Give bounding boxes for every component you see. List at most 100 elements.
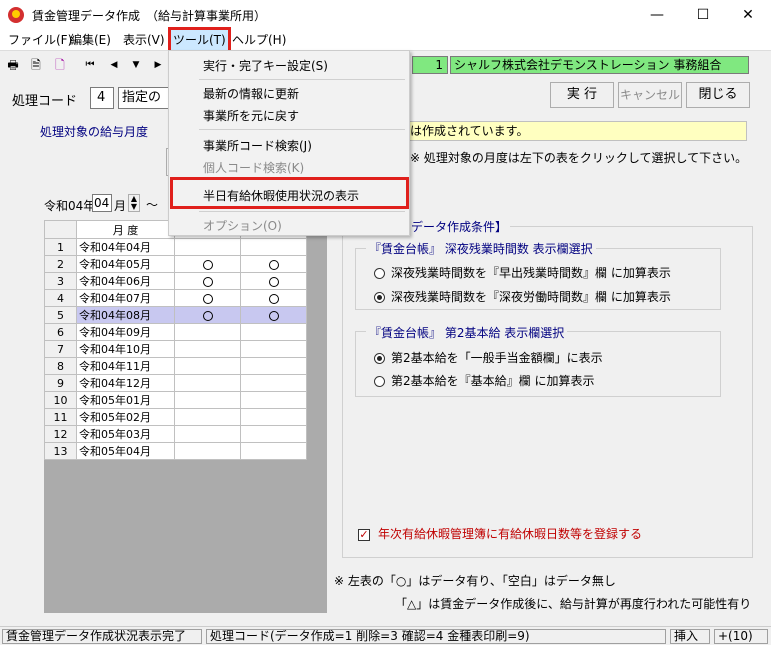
row-data-flag-1[interactable]	[174, 306, 241, 324]
menu-view[interactable]: 表示(V)	[121, 30, 167, 50]
status-message: 賃金管理データ作成状況表示完了	[2, 629, 202, 644]
print-preview-icon[interactable]: 🗎	[28, 57, 44, 73]
row-data-flag-2[interactable]	[240, 408, 307, 426]
row-data-flag-2[interactable]	[240, 323, 307, 341]
row-data-flag-2[interactable]	[240, 374, 307, 392]
row-data-flag-1[interactable]	[174, 408, 241, 426]
row-month[interactable]: 令和04年04月	[76, 238, 175, 256]
late-night-group-title: 『賃金台帳』 深夜残業時間数 表示欄選択	[366, 240, 596, 257]
late-night-option-2[interactable]: 深夜残業時間数を『深夜労働時間数』欄 に加算表示	[374, 288, 671, 305]
row-month[interactable]: 令和04年08月	[76, 306, 175, 324]
row-data-flag-1[interactable]	[174, 391, 241, 409]
status-code-help: 処理コード(データ作成=1 削除=3 確認=4 金種表印刷=9)	[206, 629, 666, 644]
radio-on-icon[interactable]	[374, 353, 385, 364]
process-mode-field[interactable]: 指定の	[118, 87, 170, 109]
leave-register-checkbox[interactable]: ✓ 年次有給休暇管理簿に有給休暇日数等を登録する	[358, 525, 642, 542]
row-data-flag-2[interactable]	[240, 357, 307, 375]
row-month[interactable]: 令和05年03月	[76, 425, 175, 443]
table-row[interactable]: 3 令和04年06月	[44, 272, 307, 290]
document-icon[interactable]: 🗋	[52, 57, 68, 73]
row-month[interactable]: 令和04年12月	[76, 374, 175, 392]
circle-icon	[202, 259, 213, 270]
maximize-button[interactable]: ☐	[680, 0, 726, 30]
menu-item-office-search[interactable]: 事業所コード検索(J)	[203, 137, 312, 154]
row-data-flag-2[interactable]	[240, 272, 307, 290]
row-data-flag-2[interactable]	[240, 306, 307, 324]
grid-header-month: 月 度	[76, 220, 175, 239]
range-month-input[interactable]: 04	[92, 194, 112, 212]
close-window-button[interactable]: ✕	[725, 0, 771, 30]
second-salary-option-1[interactable]: 第2基本給を「一般手当金額欄」に表示	[374, 349, 603, 366]
second-salary-option-2-label: 第2基本給を『基本給』欄 に加算表示	[391, 374, 595, 388]
next-record-icon[interactable]: ▶	[150, 57, 166, 73]
row-data-flag-1[interactable]	[174, 340, 241, 358]
row-data-flag-1[interactable]	[174, 289, 241, 307]
row-data-flag-1[interactable]	[174, 238, 241, 256]
menu-edit[interactable]: 編集(E)	[68, 30, 113, 50]
row-month[interactable]: 令和04年06月	[76, 272, 175, 290]
dropdown-record-icon[interactable]: ▼	[128, 57, 144, 73]
row-data-flag-1[interactable]	[174, 272, 241, 290]
row-data-flag-2[interactable]	[240, 425, 307, 443]
close-button[interactable]: 閉じる	[686, 82, 750, 108]
menu-separator	[199, 129, 405, 130]
menu-tools[interactable]: ツール(T)	[168, 27, 231, 53]
table-row[interactable]: 10 令和05年01月	[44, 391, 307, 409]
menu-item-restore-office[interactable]: 事業所を元に戻す	[203, 107, 299, 124]
row-data-flag-2[interactable]	[240, 255, 307, 273]
row-data-flag-2[interactable]	[240, 238, 307, 256]
menu-file[interactable]: ファイル(F)	[6, 30, 74, 50]
table-row[interactable]: 11 令和05年02月	[44, 408, 307, 426]
table-row[interactable]: 9 令和04年12月	[44, 374, 307, 392]
table-row[interactable]: 7 令和04年10月	[44, 340, 307, 358]
checkbox-checked-icon[interactable]: ✓	[358, 528, 370, 541]
late-night-option-1[interactable]: 深夜残業時間数を『早出残業時間数』欄 に加算表示	[374, 264, 671, 281]
row-data-flag-1[interactable]	[174, 323, 241, 341]
row-data-flag-2[interactable]	[240, 340, 307, 358]
run-button[interactable]: 実 行	[550, 82, 614, 108]
table-row[interactable]: 13 令和05年04月	[44, 442, 307, 460]
previous-record-icon[interactable]: ◀	[106, 57, 122, 73]
row-data-flag-2[interactable]	[240, 391, 307, 409]
row-data-flag-2[interactable]	[240, 289, 307, 307]
row-month[interactable]: 令和04年07月	[76, 289, 175, 307]
highlight-box	[170, 177, 409, 209]
row-month[interactable]: 令和04年10月	[76, 340, 175, 358]
menu-help[interactable]: ヘルプ(H)	[230, 30, 288, 50]
second-salary-option-1-label: 第2基本給を「一般手当金額欄」に表示	[391, 351, 603, 365]
table-row[interactable]: 2 令和04年05月	[44, 255, 307, 273]
cancel-button[interactable]: キャンセル	[618, 82, 682, 108]
row-month[interactable]: 令和05年04月	[76, 442, 175, 460]
row-month[interactable]: 令和04年05月	[76, 255, 175, 273]
table-row[interactable]: 12 令和05年03月	[44, 425, 307, 443]
menu-item-key-settings[interactable]: 実行・完了キー設定(S)	[203, 57, 328, 74]
minimize-button[interactable]: —	[634, 0, 680, 30]
row-data-flag-1[interactable]	[174, 442, 241, 460]
row-data-flag-1[interactable]	[174, 255, 241, 273]
month-spinner-icon[interactable]: ▲ ▼	[128, 194, 140, 212]
row-number: 11	[44, 408, 77, 426]
row-data-flag-1[interactable]	[174, 357, 241, 375]
row-number: 3	[44, 272, 77, 290]
process-code-input[interactable]: 4	[90, 87, 114, 109]
row-month[interactable]: 令和04年09月	[76, 323, 175, 341]
table-row[interactable]: 4 令和04年07月	[44, 289, 307, 307]
menu-item-refresh[interactable]: 最新の情報に更新	[203, 85, 299, 102]
row-data-flag-1[interactable]	[174, 374, 241, 392]
row-month[interactable]: 令和05年02月	[76, 408, 175, 426]
radio-on-icon[interactable]	[374, 292, 385, 303]
radio-off-icon[interactable]	[374, 268, 385, 279]
first-record-icon[interactable]: ⏮	[82, 57, 98, 73]
table-row[interactable]: 8 令和04年11月	[44, 357, 307, 375]
radio-off-icon[interactable]	[374, 376, 385, 387]
table-row[interactable]: 6 令和04年09月	[44, 323, 307, 341]
second-salary-option-2[interactable]: 第2基本給を『基本給』欄 に加算表示	[374, 372, 594, 389]
row-month[interactable]: 令和04年11月	[76, 357, 175, 375]
table-row[interactable]: 1 令和04年04月	[44, 238, 307, 256]
table-row[interactable]: 5 令和04年08月	[44, 306, 307, 324]
company-name: シャルフ株式会社デモンストレーション 事務組合	[450, 56, 749, 74]
print-icon[interactable]: 🖶	[5, 57, 21, 73]
row-data-flag-1[interactable]	[174, 425, 241, 443]
row-month[interactable]: 令和05年01月	[76, 391, 175, 409]
row-data-flag-2[interactable]	[240, 442, 307, 460]
